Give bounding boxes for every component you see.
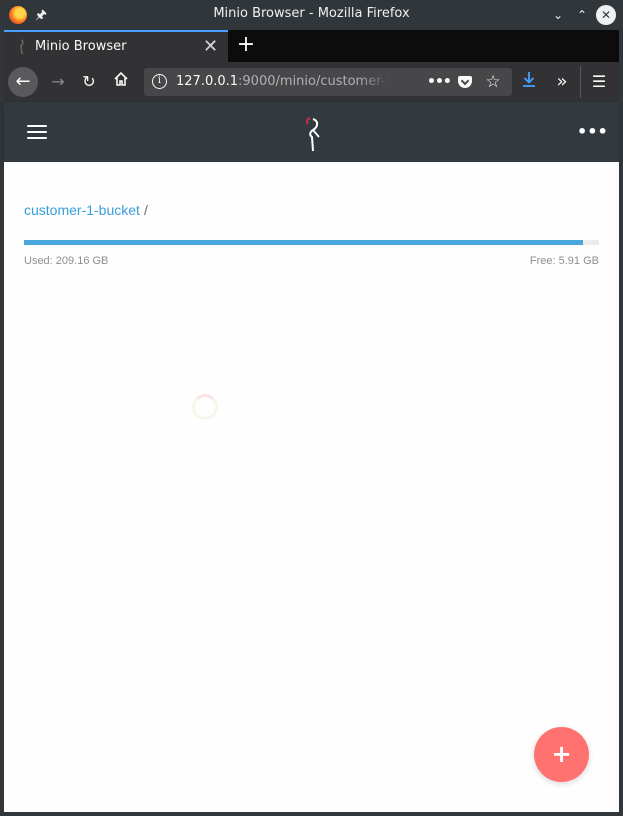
minio-logo (301, 115, 327, 153)
page-actions-icon[interactable]: ••• (427, 72, 452, 92)
downloads-button[interactable] (514, 67, 544, 97)
firefox-menu-button[interactable]: ☰ (584, 67, 614, 97)
breadcrumb: customer-1-bucket / (24, 202, 148, 218)
download-icon (523, 72, 535, 87)
url-bar[interactable]: i 127.0.0.1:9000/minio/customer-1-bucket… (144, 68, 512, 96)
url-text[interactable]: 127.0.0.1:9000/minio/customer-1-bucket/ (176, 74, 391, 89)
tab-strip: Minio Browser ✕ + (4, 30, 619, 62)
window-titlebar: 🖈︎ Minio Browser - Mozilla Firefox ⌄ ⌃ ✕ (0, 0, 623, 30)
more-options-icon[interactable]: ••• (577, 124, 608, 140)
window-bottom-border (0, 812, 623, 816)
add-button[interactable]: + (534, 727, 589, 782)
close-window-button[interactable]: ✕ (596, 5, 616, 25)
loading-spinner-icon (192, 394, 218, 420)
overflow-menu-button[interactable]: » (547, 67, 577, 97)
back-button[interactable]: ← (8, 67, 38, 97)
breadcrumb-separator: / (143, 202, 148, 218)
tab-minio-browser[interactable]: Minio Browser ✕ (4, 30, 228, 62)
url-path: :9000/minio/customer-1-bucket/ (238, 74, 391, 89)
maximize-window-button[interactable]: ⌃ (572, 5, 592, 25)
minimize-window-button[interactable]: ⌄ (548, 5, 568, 25)
url-host: 127.0.0.1 (176, 74, 239, 89)
reload-button[interactable]: ↻ (74, 67, 104, 97)
navigation-bar: ← → ↻ i 127.0.0.1:9000/minio/customer-1-… (4, 62, 619, 102)
new-tab-button[interactable]: + (234, 31, 258, 59)
bookmark-star-icon[interactable]: ☆ (483, 72, 503, 92)
app-header: ••• (4, 102, 619, 162)
storage-usage-bar (24, 240, 599, 245)
tab-label: Minio Browser (35, 39, 127, 54)
home-icon (114, 71, 128, 86)
storage-usage-fill (24, 240, 584, 245)
used-storage-label: Used: 209.16 GB (24, 255, 109, 267)
window-title: Minio Browser - Mozilla Firefox (213, 6, 410, 21)
minio-favicon-icon (16, 39, 28, 55)
tab-close-icon[interactable]: ✕ (203, 36, 218, 57)
info-icon[interactable]: i (152, 74, 167, 89)
breadcrumb-bucket-link[interactable]: customer-1-bucket (24, 202, 140, 218)
hamburger-menu-icon[interactable] (27, 125, 47, 140)
home-button[interactable] (106, 67, 136, 97)
free-storage-label: Free: 5.91 GB (529, 255, 599, 267)
forward-button[interactable]: → (43, 67, 73, 97)
main-content: customer-1-bucket / Used: 209.16 GB Free:… (4, 162, 619, 812)
pocket-icon[interactable] (455, 72, 475, 92)
toolbar-divider (580, 66, 581, 98)
